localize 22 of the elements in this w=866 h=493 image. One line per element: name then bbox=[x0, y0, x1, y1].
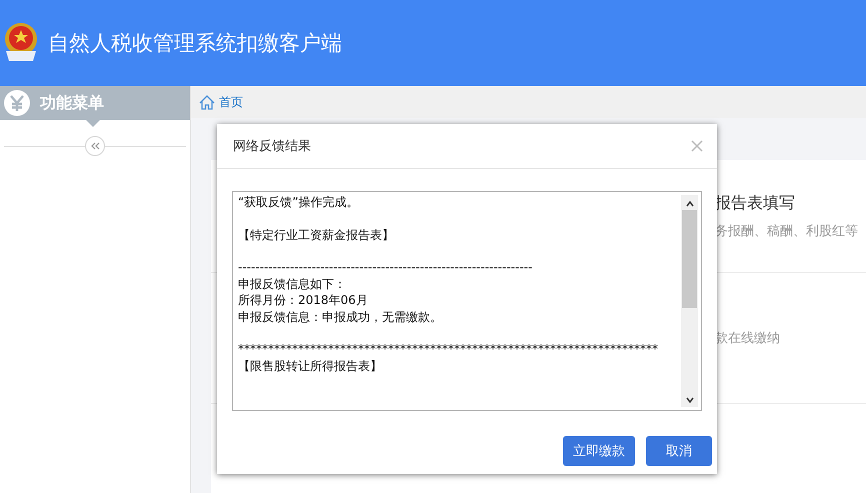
message-line: “获取反馈”操作完成。 bbox=[238, 194, 360, 210]
message-line: -------------------------------------------------------------------- bbox=[238, 259, 534, 276]
message-box[interactable] bbox=[232, 191, 702, 411]
breadcrumb-link[interactable]: 首页 bbox=[219, 94, 243, 110]
dialog-button[interactable]: 取消 bbox=[646, 436, 712, 466]
scroll-up-icon[interactable] bbox=[684, 199, 694, 209]
home-icon bbox=[199, 94, 215, 110]
message-line: ********************************************************************** bbox=[238, 341, 659, 358]
message-line: 【限售股转让所得报告表】 bbox=[238, 358, 383, 374]
collapse-button[interactable] bbox=[85, 136, 105, 156]
app-title: 自然人税收管理系统扣缴客户端 bbox=[48, 30, 342, 57]
scroll-down-icon[interactable] bbox=[684, 395, 694, 405]
message-line: 申报反馈信息如下： bbox=[238, 276, 347, 292]
yen-icon bbox=[4, 90, 30, 116]
scrollbar[interactable] bbox=[681, 195, 698, 407]
message-line: 申报反馈信息：申报成功，无需缴款。 bbox=[238, 308, 443, 325]
sidebar-title: 功能菜单 bbox=[40, 92, 104, 114]
double-chevron-icon bbox=[90, 142, 100, 150]
message-line: 所得月份：2018年06月 bbox=[238, 292, 369, 308]
dialog-title: 网络反馈结果 bbox=[233, 138, 311, 155]
message-line: 【特定行业工资薪金报告表】 bbox=[238, 226, 395, 243]
dialog-button[interactable]: 立即缴款 bbox=[563, 436, 635, 466]
